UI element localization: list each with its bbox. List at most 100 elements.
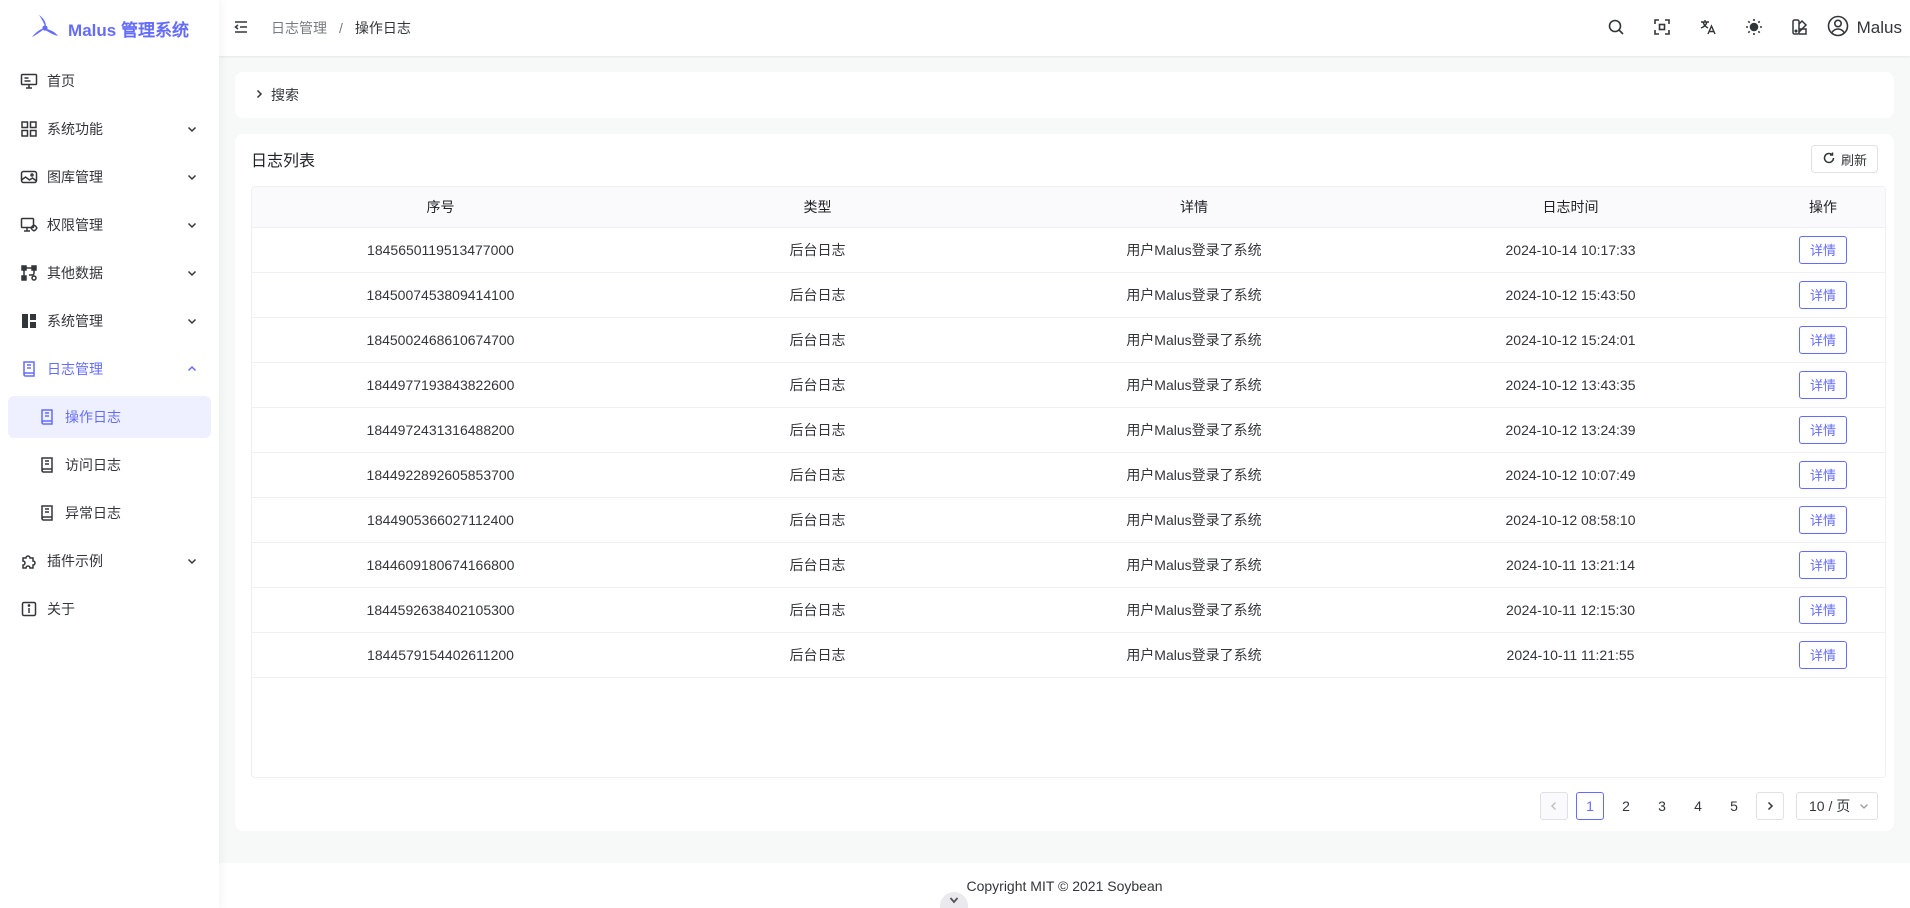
cell-action: 详情 — [1759, 542, 1885, 588]
page-2-button[interactable]: 2 — [1612, 792, 1640, 820]
sidebar-item-plugin-examples[interactable]: 插件示例 — [8, 540, 211, 582]
menu-fold-icon — [233, 19, 249, 38]
search-icon — [1607, 18, 1625, 39]
header-actions: Malus — [1593, 0, 1910, 56]
cell-detail: 用户Malus登录了系统 — [1006, 497, 1382, 543]
cell-type: 后台日志 — [629, 407, 1006, 453]
detail-button[interactable]: 详情 — [1799, 235, 1847, 264]
cell-detail: 用户Malus登录了系统 — [1006, 317, 1382, 363]
detail-button[interactable]: 详情 — [1799, 505, 1847, 534]
detail-button[interactable]: 详情 — [1799, 325, 1847, 354]
sidebar-item-operation-log[interactable]: 操作日志 — [8, 396, 211, 438]
chevron-down-icon — [185, 314, 199, 328]
chevron-left-icon — [1549, 798, 1559, 814]
gallery-icon — [19, 167, 39, 187]
sidebar-item-log-management[interactable]: 日志管理 — [8, 348, 211, 390]
column-header-type: 类型 — [629, 187, 1006, 228]
sidebar-item-label: 首页 — [47, 73, 75, 89]
page-1-button[interactable]: 1 — [1576, 792, 1604, 820]
user-avatar-icon — [1827, 15, 1849, 42]
detail-button[interactable]: 详情 — [1799, 640, 1847, 669]
page-4-button[interactable]: 4 — [1684, 792, 1712, 820]
chevron-down-icon — [185, 266, 199, 280]
fullscreen-button[interactable] — [1639, 0, 1685, 56]
sidebar-item-system-functions[interactable]: 系统功能 — [8, 108, 211, 150]
search-button[interactable] — [1593, 0, 1639, 56]
sidebar-item-label: 异常日志 — [65, 505, 121, 521]
page-size-value: 10 / 页 — [1809, 798, 1851, 814]
user-menu[interactable]: Malus — [1823, 15, 1910, 42]
chevron-right-icon — [253, 87, 265, 103]
search-panel-label: 搜索 — [271, 87, 299, 103]
chevron-down-icon — [185, 170, 199, 184]
copyright-text: Copyright MIT © 2021 Soybean — [966, 877, 1163, 894]
sidebar-item-exception-log[interactable]: 异常日志 — [8, 492, 211, 534]
sidebar-item-about[interactable]: 关于 — [8, 588, 211, 630]
fullscreen-icon — [1653, 18, 1671, 39]
detail-button[interactable]: 详情 — [1799, 370, 1847, 399]
sidebar-item-label: 权限管理 — [47, 217, 103, 233]
chevron-down-icon — [185, 218, 199, 232]
cell-action: 详情 — [1759, 272, 1885, 318]
cell-action: 详情 — [1759, 362, 1885, 408]
cell-id: 1844905366027112400 — [252, 497, 629, 543]
cell-type: 后台日志 — [629, 452, 1006, 498]
sidebar-item-label: 日志管理 — [47, 361, 103, 377]
cell-action: 详情 — [1759, 497, 1885, 543]
next-page-button[interactable] — [1756, 792, 1784, 820]
sidebar-item-label: 系统管理 — [47, 313, 103, 329]
sidebar-item-gallery[interactable]: 图库管理 — [8, 156, 211, 198]
monitor-icon — [19, 71, 39, 91]
table-row: 1845002468610674700 后台日志 用户Malus登录了系统 2024-… — [252, 317, 1885, 363]
cell-action: 详情 — [1759, 407, 1885, 453]
cell-time: 2024-10-12 10:07:49 — [1382, 452, 1759, 498]
sidebar-menu: 首页 系统功能 图库管理 权限管理 其他数据 系统管理 日志管理 操作日志 访问… — [0, 60, 219, 630]
chevron-down-icon — [185, 554, 199, 568]
column-header-detail: 详情 — [1006, 187, 1382, 228]
translate-icon — [1699, 18, 1717, 39]
cell-action: 详情 — [1759, 452, 1885, 498]
cell-type: 后台日志 — [629, 227, 1006, 273]
breadcrumb-separator: / — [339, 20, 343, 36]
sidebar-item-access-log[interactable]: 访问日志 — [8, 444, 211, 486]
info-icon — [19, 599, 39, 619]
refresh-button[interactable]: 刷新 — [1810, 145, 1878, 173]
sidebar-item-other-data[interactable]: 其他数据 — [8, 252, 211, 294]
page-size-select[interactable]: 10 / 页 — [1796, 792, 1878, 820]
cell-time: 2024-10-11 11:21:55 — [1382, 632, 1759, 678]
detail-button[interactable]: 详情 — [1799, 415, 1847, 444]
sidebar-item-system-management[interactable]: 系统管理 — [8, 300, 211, 342]
table-row: 1844972431316488200 后台日志 用户Malus登录了系统 2024-… — [252, 407, 1885, 453]
cell-detail: 用户Malus登录了系统 — [1006, 227, 1382, 273]
sidebar: Malus 管理系统 首页 系统功能 图库管理 权限管理 其他数据 系统管理 日… — [0, 0, 219, 908]
menu-collapse-button[interactable] — [219, 0, 263, 56]
cell-time: 2024-10-12 13:24:39 — [1382, 407, 1759, 453]
search-panel[interactable]: 搜索 — [235, 72, 1894, 118]
table-row: 1844977193843822600 后台日志 用户Malus登录了系统 2024-… — [252, 362, 1885, 408]
logo[interactable]: Malus 管理系统 — [0, 0, 219, 56]
language-button[interactable] — [1685, 0, 1731, 56]
data-icon — [19, 263, 39, 283]
sidebar-item-home[interactable]: 首页 — [8, 60, 211, 102]
detail-button[interactable]: 详情 — [1799, 550, 1847, 579]
cell-type: 后台日志 — [629, 317, 1006, 363]
breadcrumb-item-log-management[interactable]: 日志管理 — [271, 18, 327, 38]
cell-time: 2024-10-11 12:15:30 — [1382, 587, 1759, 633]
sidebar-item-permissions[interactable]: 权限管理 — [8, 204, 211, 246]
page-5-button[interactable]: 5 — [1720, 792, 1748, 820]
detail-button[interactable]: 详情 — [1799, 595, 1847, 624]
page-3-button[interactable]: 3 — [1648, 792, 1676, 820]
theme-toggle-button[interactable] — [1731, 0, 1777, 56]
sun-icon — [1745, 18, 1763, 39]
detail-button[interactable]: 详情 — [1799, 460, 1847, 489]
detail-button[interactable]: 详情 — [1799, 280, 1847, 309]
breadcrumb-item-operation-log[interactable]: 操作日志 — [355, 18, 411, 38]
cell-id: 1844977193843822600 — [252, 362, 629, 408]
cell-id: 1844972431316488200 — [252, 407, 629, 453]
user-name: Malus — [1856, 18, 1902, 37]
theme-config-button[interactable] — [1777, 0, 1823, 56]
prev-page-button[interactable] — [1540, 792, 1568, 820]
cell-type: 后台日志 — [629, 497, 1006, 543]
cell-time: 2024-10-12 13:43:35 — [1382, 362, 1759, 408]
cell-type: 后台日志 — [629, 632, 1006, 678]
